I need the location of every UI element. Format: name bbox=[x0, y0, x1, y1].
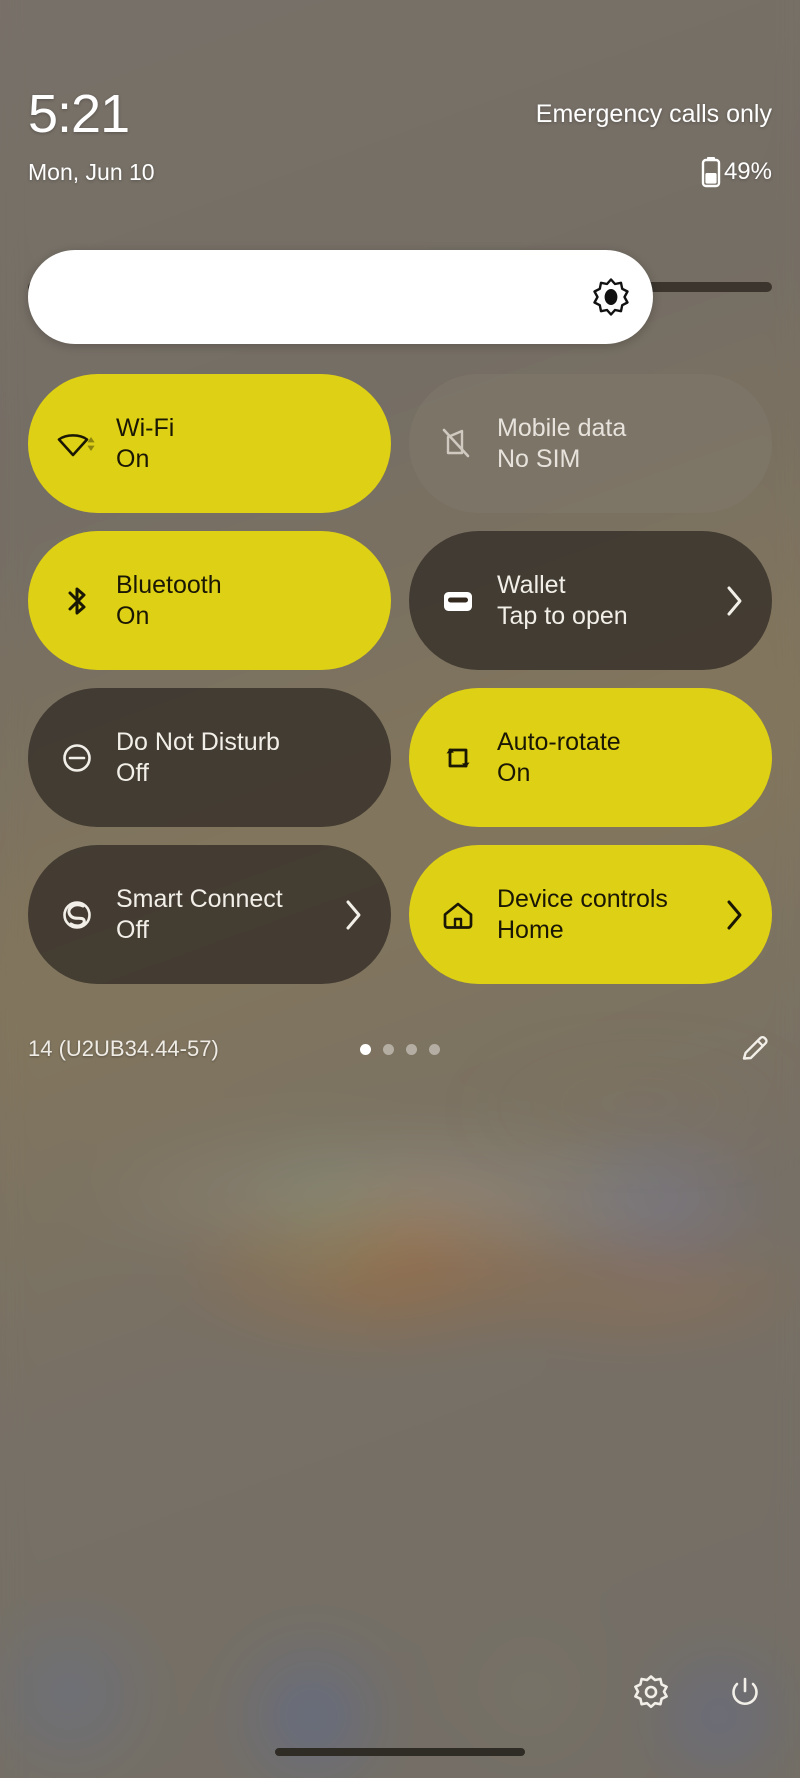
page-dot[interactable] bbox=[360, 1043, 371, 1055]
page-dot[interactable] bbox=[383, 1043, 394, 1055]
battery-icon bbox=[701, 157, 721, 188]
do-not-disturb-icon bbox=[54, 735, 100, 781]
pencil-icon[interactable] bbox=[738, 1032, 772, 1066]
tile-grid: Wi-Fi On Mobile data No SIM Bluetooth On… bbox=[28, 374, 772, 984]
page-dot[interactable] bbox=[429, 1043, 440, 1055]
brightness-icon bbox=[593, 278, 629, 316]
chevron-right-icon[interactable] bbox=[724, 584, 746, 618]
tile-title: Auto-rotate bbox=[497, 727, 621, 756]
tile-subtitle: Off bbox=[116, 915, 149, 944]
page-indicator[interactable] bbox=[360, 1043, 440, 1055]
tile-wifi[interactable]: Wi-Fi On bbox=[28, 374, 391, 513]
home-gesture-bar[interactable] bbox=[275, 1748, 525, 1756]
gear-icon[interactable] bbox=[632, 1674, 670, 1712]
tile-text: Device controls Home bbox=[497, 884, 668, 946]
auto-rotate-icon bbox=[435, 735, 481, 781]
tile-title: Do Not Disturb bbox=[116, 727, 280, 756]
tile-text: Bluetooth On bbox=[116, 570, 222, 632]
wifi-icon bbox=[54, 421, 100, 467]
tile-title: Wi-Fi bbox=[116, 413, 175, 442]
tile-subtitle: On bbox=[497, 758, 531, 787]
tile-title: Mobile data bbox=[497, 413, 627, 442]
bottom-controls bbox=[632, 1674, 764, 1712]
tile-text: Mobile data No SIM bbox=[497, 413, 626, 475]
tile-title: Smart Connect bbox=[116, 884, 283, 913]
tile-subtitle: Home bbox=[497, 915, 564, 944]
carrier-label: Emergency calls only bbox=[535, 100, 772, 128]
clock: 5:21 bbox=[28, 84, 130, 144]
home-icon bbox=[435, 892, 481, 938]
tile-title: Device controls bbox=[497, 884, 668, 913]
tile-subtitle: On bbox=[116, 444, 150, 473]
quick-settings-panel: 5:21 Emergency calls only Mon, Jun 10 49… bbox=[0, 0, 800, 1778]
tile-text: Auto-rotate On bbox=[497, 727, 621, 789]
tile-text: Wallet Tap to open bbox=[497, 570, 628, 632]
tile-text: Smart Connect Off bbox=[116, 884, 283, 946]
bluetooth-icon bbox=[54, 578, 100, 624]
mobile-data-off-icon bbox=[435, 421, 481, 467]
status-header: 5:21 Emergency calls only Mon, Jun 10 49… bbox=[28, 86, 772, 188]
battery-percent: 49% bbox=[723, 158, 772, 185]
chevron-right-icon[interactable] bbox=[343, 898, 365, 932]
brightness-fill[interactable] bbox=[28, 250, 653, 344]
tile-bluetooth[interactable]: Bluetooth On bbox=[28, 531, 391, 670]
tile-text: Do Not Disturb Off bbox=[116, 727, 280, 789]
build-version-label: 14 (U2UB34.44-57) bbox=[28, 1036, 219, 1061]
tile-mobile-data[interactable]: Mobile data No SIM bbox=[409, 374, 772, 513]
tile-wallet[interactable]: Wallet Tap to open bbox=[409, 531, 772, 670]
tile-subtitle: Off bbox=[116, 758, 149, 787]
date-label: Mon, Jun 10 bbox=[28, 158, 155, 185]
tile-title: Bluetooth bbox=[116, 570, 222, 599]
brightness-slider[interactable] bbox=[28, 250, 772, 344]
chevron-right-icon[interactable] bbox=[724, 898, 746, 932]
wallet-icon bbox=[435, 578, 481, 624]
tile-title: Wallet bbox=[497, 570, 566, 599]
power-icon[interactable] bbox=[726, 1674, 764, 1712]
tile-do-not-disturb[interactable]: Do Not Disturb Off bbox=[28, 688, 391, 827]
tile-smart-connect[interactable]: Smart Connect Off bbox=[28, 845, 391, 984]
tile-subtitle: Tap to open bbox=[497, 601, 628, 630]
tile-text: Wi-Fi On bbox=[116, 413, 174, 475]
page-dot[interactable] bbox=[406, 1043, 417, 1055]
tile-device-controls[interactable]: Device controls Home bbox=[409, 845, 772, 984]
tile-subtitle: On bbox=[116, 601, 150, 630]
tile-subtitle: No SIM bbox=[497, 444, 581, 473]
smart-connect-icon bbox=[54, 892, 100, 938]
battery-status: 49% bbox=[700, 156, 772, 188]
tile-auto-rotate[interactable]: Auto-rotate On bbox=[409, 688, 772, 827]
panel-footer: 14 (U2UB34.44-57) bbox=[28, 1026, 772, 1072]
